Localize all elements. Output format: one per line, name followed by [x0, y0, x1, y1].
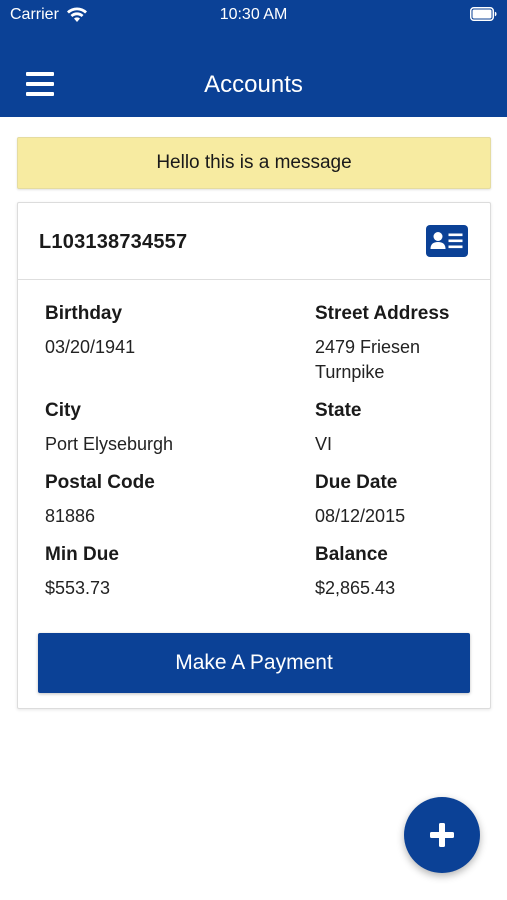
city-field: City Port Elyseburgh [45, 399, 245, 457]
make-payment-button[interactable]: Make A Payment [38, 633, 470, 693]
message-text: Hello this is a message [156, 152, 352, 173]
street-address-field: Street Address 2479 Friesen Turnpike [315, 302, 475, 385]
street-address-value: 2479 Friesen Turnpike [315, 337, 421, 382]
postal-code-field: Postal Code 81886 [45, 471, 245, 529]
balance-value: $2,865.43 [315, 578, 396, 598]
accounts-screen: Carrier 10:30 AM Accounts Hello this is … [0, 0, 507, 900]
balance-field: Balance $2,865.43 [315, 543, 475, 601]
app-header: Carrier 10:30 AM Accounts [0, 0, 507, 117]
id-card-icon[interactable] [426, 225, 468, 257]
city-label: City [45, 400, 81, 421]
clock: 10:30 AM [219, 6, 288, 23]
status-bar: Carrier 10:30 AM [0, 0, 507, 32]
min-due-label: Min Due [45, 544, 119, 565]
state-value: VI [315, 434, 333, 454]
min-due-field: Min Due $553.73 [45, 543, 245, 601]
state-field: State VI [315, 399, 475, 457]
account-card-header: L103138734557 [18, 203, 490, 280]
due-date-value: 08/12/2015 [315, 506, 406, 526]
plus-icon [430, 823, 454, 847]
city-value: Port Elyseburgh [45, 434, 174, 454]
due-date-field: Due Date 08/12/2015 [315, 471, 475, 529]
balance-label: Balance [315, 544, 388, 565]
street-address-label: Street Address [315, 303, 450, 324]
account-card: L103138734557 Birthday 03/20/1941 Street… [17, 202, 491, 709]
birthday-value: 03/20/1941 [45, 337, 136, 357]
state-label: State [315, 400, 362, 421]
min-due-value: $553.73 [45, 578, 111, 598]
postal-code-label: Postal Code [45, 472, 155, 493]
battery-icon [470, 7, 497, 21]
add-fab-button[interactable] [404, 797, 480, 873]
nav-bar: Accounts [0, 54, 507, 117]
message-banner: Hello this is a message [17, 137, 491, 189]
page-title: Accounts [204, 71, 303, 98]
account-number: L103138734557 [39, 231, 188, 253]
birthday-label: Birthday [45, 303, 123, 324]
birthday-field: Birthday 03/20/1941 [45, 302, 245, 360]
postal-code-value: 81886 [45, 506, 96, 526]
due-date-label: Due Date [315, 472, 398, 493]
